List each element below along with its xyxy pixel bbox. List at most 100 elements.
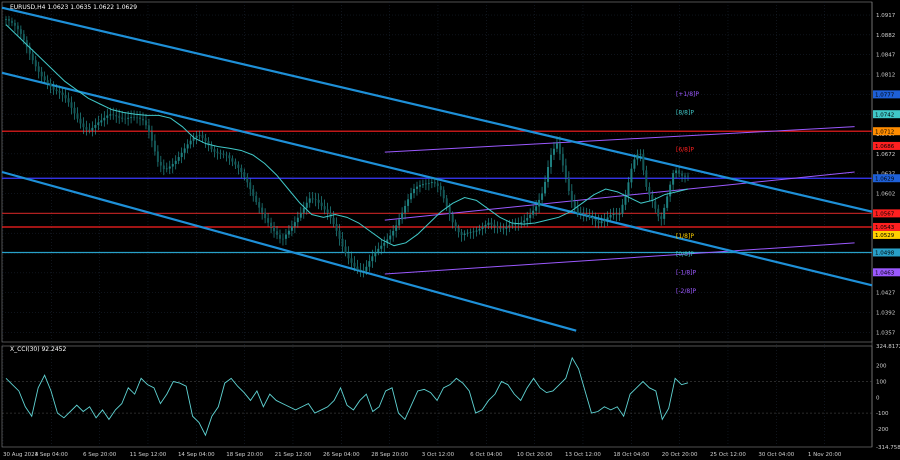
candle-body bbox=[141, 118, 144, 121]
candle-body bbox=[19, 29, 22, 34]
price-badge-label: 1.0629 bbox=[875, 176, 895, 182]
price-badge-label: 1.0543 bbox=[875, 225, 895, 231]
price-badge-label: 1.0712 bbox=[875, 129, 894, 135]
cci-tick-label: -100 bbox=[876, 411, 889, 417]
murray-labels: [+1/8]P [8/8]P [6/8]P [1/8]P [0/8]P [-1/8]P [-… bbox=[676, 91, 699, 295]
candle-body bbox=[159, 161, 162, 166]
candle-body bbox=[22, 33, 25, 41]
price-tick-label: 1.0847 bbox=[876, 53, 896, 59]
candle-body bbox=[177, 157, 180, 161]
candle-body bbox=[317, 199, 320, 203]
candle-body bbox=[621, 204, 624, 214]
cci-line bbox=[5, 356, 689, 437]
candle-body bbox=[314, 199, 317, 200]
candle-body bbox=[64, 95, 67, 99]
candle-body bbox=[204, 138, 207, 142]
cci-tick-label: -200 bbox=[876, 427, 889, 433]
candle-body bbox=[290, 226, 293, 231]
candle-body bbox=[660, 216, 663, 219]
candle-body bbox=[246, 176, 249, 183]
candle-body bbox=[228, 155, 231, 159]
channel-line bbox=[1, 71, 873, 287]
candle-body bbox=[547, 166, 550, 182]
candle-body bbox=[499, 227, 502, 229]
candle-body bbox=[398, 219, 401, 226]
candle-body bbox=[353, 262, 356, 267]
candle-body bbox=[642, 154, 645, 171]
price-tick-label: 1.0392 bbox=[876, 311, 895, 317]
price-badge-label: 1.0742 bbox=[875, 112, 894, 118]
candle-body bbox=[606, 217, 609, 220]
candle-body bbox=[52, 86, 55, 90]
candle-body bbox=[359, 269, 362, 271]
candle-body bbox=[136, 117, 139, 119]
grid bbox=[1, 1, 873, 448]
candle-body bbox=[442, 189, 445, 199]
candle-body bbox=[115, 115, 118, 117]
price-badge-label: 1.0463 bbox=[875, 271, 895, 277]
candle-body bbox=[121, 117, 124, 119]
candle-body bbox=[201, 135, 204, 139]
candle-body bbox=[341, 238, 344, 247]
candle-body bbox=[332, 217, 335, 225]
ma-line bbox=[5, 24, 689, 247]
price-tick-label: 1.0357 bbox=[876, 330, 896, 336]
candle-body bbox=[687, 175, 689, 177]
candle-body bbox=[463, 233, 466, 235]
candle-body bbox=[31, 53, 34, 61]
candle-body bbox=[222, 153, 225, 155]
candle-body bbox=[127, 117, 130, 119]
candle-body bbox=[502, 228, 505, 230]
candle-body bbox=[612, 213, 615, 215]
cci-tick-label: 100 bbox=[876, 380, 887, 386]
candle-body bbox=[237, 164, 240, 168]
candle-body bbox=[544, 181, 547, 194]
candle-body bbox=[344, 246, 347, 254]
cci-panel: 324.8172 200 100 0 -100 -200 -314.7588 bbox=[2, 344, 900, 451]
candle-body bbox=[109, 114, 112, 116]
candle-body bbox=[231, 158, 234, 162]
candle-body bbox=[323, 206, 326, 210]
candle-body bbox=[10, 20, 13, 23]
price-badge-label: 1.0498 bbox=[875, 251, 895, 257]
candle-body bbox=[460, 232, 463, 235]
candle-body bbox=[55, 89, 58, 92]
chart-header: EURUSD,H4 1.0623 1.0635 1.0622 1.0629 bbox=[10, 4, 137, 11]
candle-body bbox=[67, 98, 70, 103]
candle-body bbox=[380, 245, 383, 249]
candle-body bbox=[401, 212, 404, 220]
candle-body bbox=[508, 225, 511, 227]
price-frame bbox=[1, 1, 873, 343]
time-tick-label: 3 Oct 12:00 bbox=[422, 452, 455, 458]
candle-body bbox=[609, 214, 612, 218]
candle-body bbox=[356, 266, 359, 270]
candle-body bbox=[350, 258, 353, 263]
cci-tick-label: 0 bbox=[876, 395, 880, 401]
trend-line bbox=[384, 126, 855, 153]
cci-frame bbox=[1, 345, 873, 448]
candle-body bbox=[657, 208, 660, 217]
candle-body bbox=[58, 91, 61, 93]
candle-body bbox=[180, 152, 183, 158]
candle-body bbox=[326, 209, 329, 214]
candle-body bbox=[243, 172, 246, 177]
time-tick-label: 6 Sep 20:00 bbox=[83, 452, 117, 458]
candle-body bbox=[49, 83, 52, 87]
candle-body bbox=[600, 221, 603, 224]
candle-body bbox=[82, 123, 85, 128]
candle-body bbox=[639, 154, 642, 155]
candle-body bbox=[591, 217, 594, 219]
candle-body bbox=[85, 127, 88, 130]
candle-body bbox=[523, 220, 526, 223]
candle-body bbox=[392, 230, 395, 236]
candle-body bbox=[457, 227, 460, 233]
candle-body bbox=[511, 224, 514, 226]
price-tick-label: 1.0812 bbox=[876, 73, 895, 79]
candle-body bbox=[338, 230, 341, 239]
candle-body bbox=[418, 185, 421, 187]
candle-body bbox=[296, 217, 299, 223]
candle-body bbox=[624, 195, 627, 205]
candle-body bbox=[478, 228, 481, 231]
candle-body bbox=[371, 256, 374, 262]
candle-body bbox=[73, 107, 76, 114]
